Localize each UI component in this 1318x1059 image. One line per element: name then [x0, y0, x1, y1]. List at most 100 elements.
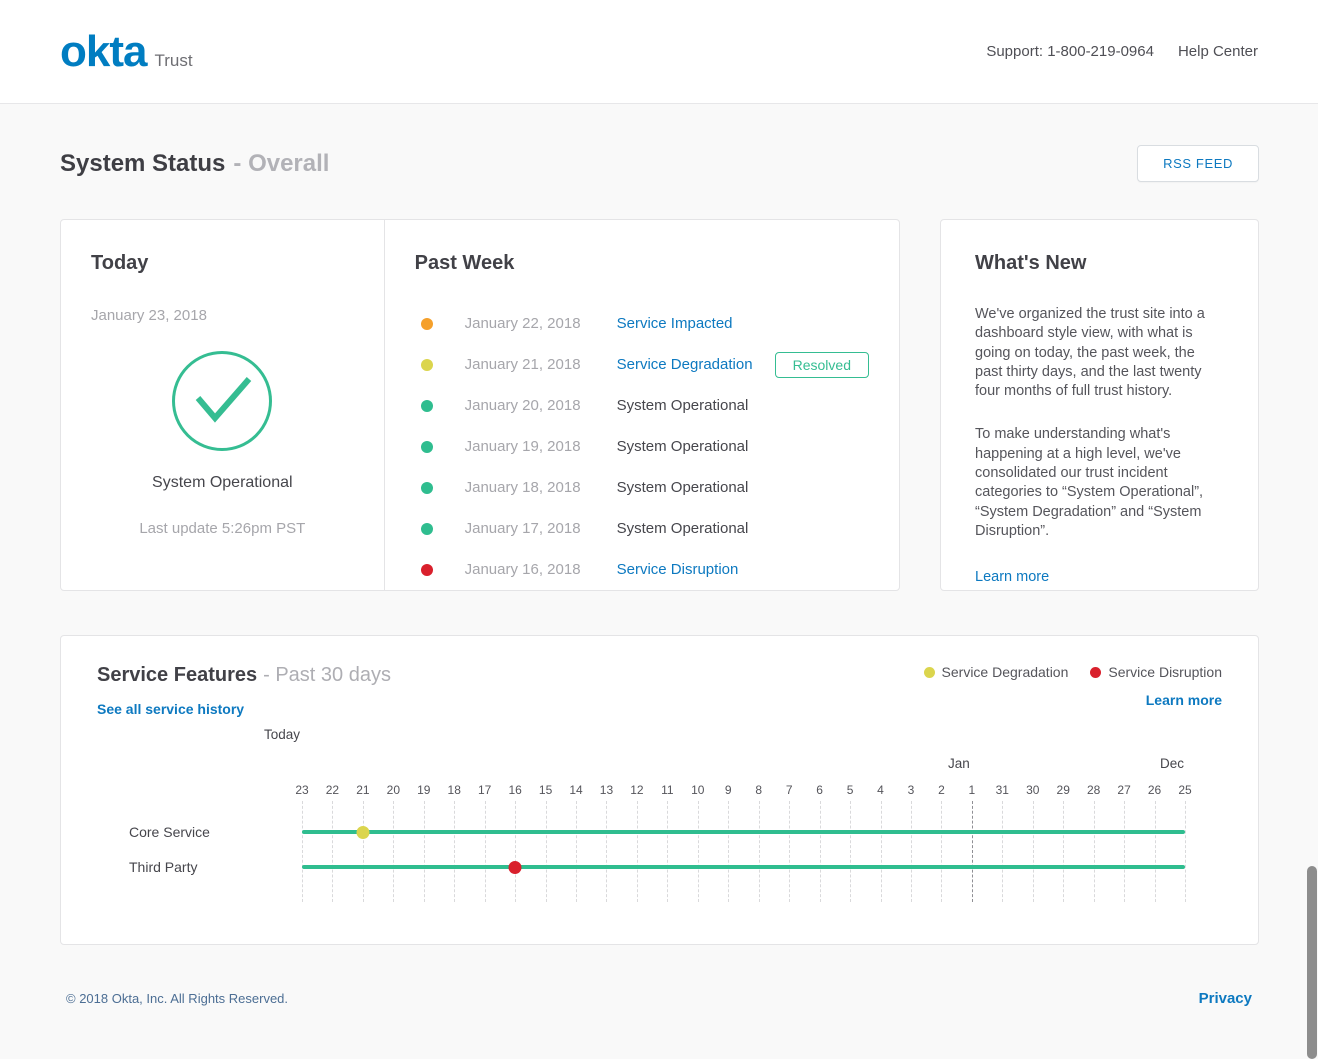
chart-day-label: 11 — [661, 783, 673, 797]
timeline-row-line — [302, 865, 1185, 869]
incident-status-link[interactable]: Service Disruption — [617, 561, 787, 578]
status-dot-icon — [421, 564, 433, 576]
chart-day-label: 2 — [938, 783, 945, 797]
scrollbar-thumb[interactable] — [1307, 866, 1317, 1059]
chart-gridline — [728, 801, 729, 902]
chart-gridline — [1185, 801, 1186, 902]
copyright-text: © 2018 Okta, Inc. All Rights Reserved. — [66, 991, 288, 1006]
page-subtitle: - Overall — [233, 150, 329, 177]
past-week-row: January 22, 2018Service Impacted — [415, 303, 869, 344]
chart-gridline — [606, 801, 607, 902]
status-dot-icon — [421, 400, 433, 412]
chart-day-label: 5 — [847, 783, 854, 797]
service-features-learn-more-link[interactable]: Learn more — [1146, 692, 1222, 708]
support-phone: Support: 1-800-219-0964 — [986, 43, 1154, 60]
chart-gridline — [881, 801, 882, 902]
chart-day-label: 21 — [356, 783, 369, 797]
past-week-date: January 20, 2018 — [465, 397, 617, 414]
chart-gridline — [424, 801, 425, 902]
chart-month-label: Dec — [1160, 756, 1184, 771]
chart-day-label: 13 — [600, 783, 613, 797]
today-last-update: Last update 5:26pm PST — [91, 520, 354, 537]
chart-gridline — [515, 801, 516, 902]
incident-status-link[interactable]: Service Impacted — [617, 315, 787, 332]
chart-gridline — [302, 801, 303, 902]
chart-day-label: 1 — [969, 783, 976, 797]
incident-dot[interactable] — [356, 826, 369, 839]
chart-day-label: 7 — [786, 783, 793, 797]
chart-gridline — [363, 801, 364, 902]
chart-gridline — [1033, 801, 1034, 902]
resolved-badge: Resolved — [775, 352, 869, 378]
legend-dot-icon — [1090, 667, 1101, 678]
whats-new-paragraph-1: We've organized the trust site into a da… — [975, 305, 1224, 401]
legend-label: Service Disruption — [1108, 664, 1222, 680]
chart-month-label: Jan — [948, 756, 970, 771]
chart-day-label: 6 — [816, 783, 823, 797]
okta-logo-text: okta — [60, 30, 146, 74]
past-week-date: January 17, 2018 — [465, 520, 617, 537]
chart-gridline — [911, 801, 912, 902]
status-dot-icon — [421, 318, 433, 330]
chart-gridline — [1124, 801, 1125, 902]
past-week-date: January 19, 2018 — [465, 438, 617, 455]
status-text: System Operational — [617, 397, 787, 414]
chart-day-label: 25 — [1178, 783, 1191, 797]
chart-gridline — [941, 801, 942, 902]
whats-new-card: What's New We've organized the trust sit… — [940, 219, 1259, 591]
today-date: January 23, 2018 — [91, 307, 354, 324]
okta-logo[interactable]: okta Trust — [60, 30, 193, 74]
chart-gridline — [667, 801, 668, 902]
chart-gridline — [393, 801, 394, 902]
incident-status-link[interactable]: Service Degradation — [617, 356, 787, 373]
timeline-row-line — [302, 830, 1185, 834]
chart-gridline — [576, 801, 577, 902]
chart-gridline — [637, 801, 638, 902]
chart-day-label: 15 — [539, 783, 552, 797]
whats-new-learn-more-link[interactable]: Learn more — [975, 569, 1049, 585]
page-title-group: System Status - Overall — [60, 150, 329, 178]
chart-day-label: 4 — [877, 783, 884, 797]
service-timeline-chart: TodayJanDec23222120191817161514131211109… — [97, 727, 1222, 912]
chart-gridline — [789, 801, 790, 902]
chart-day-label: 8 — [755, 783, 762, 797]
chart-day-label: 22 — [326, 783, 339, 797]
chart-day-label: 23 — [295, 783, 308, 797]
see-all-service-history-link[interactable]: See all service history — [97, 701, 244, 717]
chart-day-label: 18 — [448, 783, 461, 797]
rss-feed-button[interactable]: RSS FEED — [1137, 145, 1259, 182]
status-card: Today January 23, 2018 System Operationa… — [60, 219, 900, 591]
help-center-link[interactable]: Help Center — [1178, 43, 1258, 60]
incident-dot[interactable] — [509, 861, 522, 874]
chart-day-label: 12 — [630, 783, 643, 797]
chart-gridline — [546, 801, 547, 902]
service-features-title: Service Features — [97, 664, 257, 686]
chart-day-label: 29 — [1057, 783, 1070, 797]
past-week-row: January 18, 2018System Operational — [415, 467, 869, 508]
chart-day-label: 26 — [1148, 783, 1161, 797]
chart-gridline — [698, 801, 699, 902]
whats-new-paragraph-2: To make understanding what's happening a… — [975, 425, 1224, 541]
legend-dot-icon — [924, 667, 935, 678]
service-features-subtitle: - Past 30 days — [263, 664, 391, 686]
chart-day-label: 14 — [569, 783, 582, 797]
chart-gridline — [1002, 801, 1003, 902]
privacy-link[interactable]: Privacy — [1199, 990, 1252, 1007]
header: okta Trust Support: 1-800-219-0964 Help … — [0, 0, 1318, 104]
chart-gridline — [454, 801, 455, 902]
today-section: Today January 23, 2018 System Operationa… — [61, 220, 385, 590]
page-title: System Status — [60, 150, 225, 177]
past-week-section: Past Week January 22, 2018Service Impact… — [385, 220, 899, 590]
past-week-date: January 18, 2018 — [465, 479, 617, 496]
chart-gridline — [1063, 801, 1064, 902]
chart-legend: Service DegradationService Disruption — [924, 664, 1222, 680]
chart-day-label: 20 — [387, 783, 400, 797]
footer: © 2018 Okta, Inc. All Rights Reserved. P… — [0, 968, 1318, 1028]
status-text: System Operational — [617, 438, 787, 455]
status-text: System Operational — [617, 479, 787, 496]
chart-gridline — [850, 801, 851, 902]
chart-row-label: Core Service — [129, 824, 210, 840]
past-week-row: January 19, 2018System Operational — [415, 426, 869, 467]
chart-row-label: Third Party — [129, 859, 197, 875]
past-week-heading: Past Week — [415, 252, 869, 275]
